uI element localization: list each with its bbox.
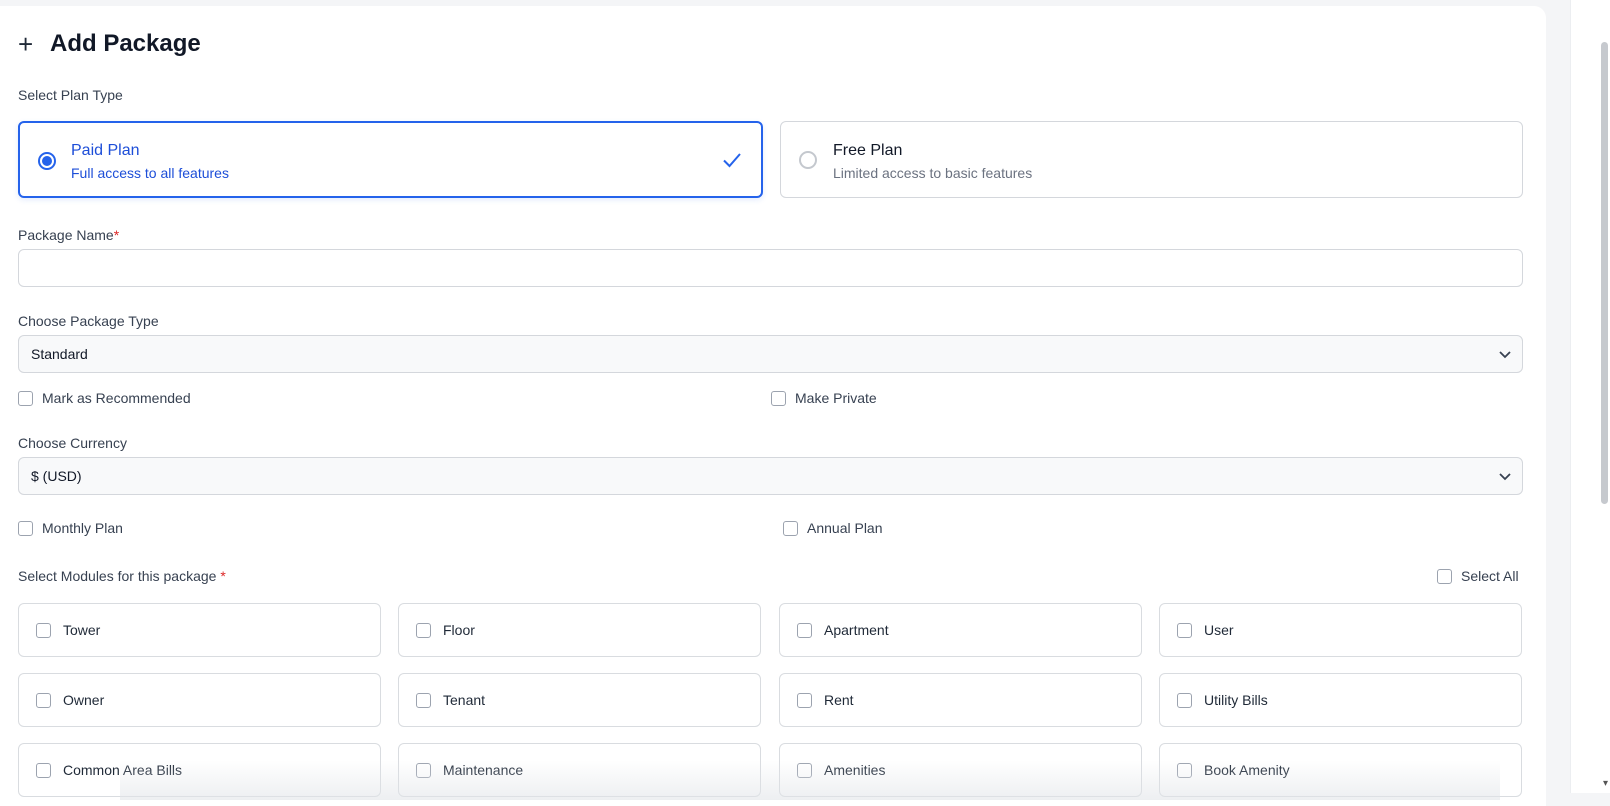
checkmark-icon bbox=[723, 153, 741, 168]
module-label: Book Amenity bbox=[1204, 762, 1290, 778]
free-plan-radio[interactable] bbox=[799, 151, 817, 169]
page-title: Add Package bbox=[50, 30, 201, 57]
private-label: Make Private bbox=[795, 390, 877, 406]
page-header: + Add Package bbox=[18, 30, 201, 58]
package-name-label: Package Name* bbox=[18, 227, 119, 243]
module-card-tenant[interactable]: Tenant bbox=[398, 673, 761, 727]
module-checkbox[interactable] bbox=[36, 763, 51, 778]
module-card-tower[interactable]: Tower bbox=[18, 603, 381, 657]
chevron-down-icon bbox=[1499, 473, 1511, 481]
modules-label-text: Select Modules for this package bbox=[18, 568, 217, 584]
free-plan-option[interactable]: Free Plan Limited access to basic featur… bbox=[780, 121, 1523, 198]
module-label: Apartment bbox=[824, 622, 889, 638]
package-type-select[interactable]: Standard bbox=[18, 335, 1523, 373]
module-card-common-area-bills[interactable]: Common Area Bills bbox=[18, 743, 381, 797]
currency-value: $ (USD) bbox=[31, 468, 82, 484]
module-card-book-amenity[interactable]: Book Amenity bbox=[1159, 743, 1522, 797]
module-label: User bbox=[1204, 622, 1234, 638]
free-plan-description: Limited access to basic features bbox=[833, 165, 1033, 181]
module-card-apartment[interactable]: Apartment bbox=[779, 603, 1142, 657]
module-checkbox[interactable] bbox=[416, 693, 431, 708]
chevron-down-icon bbox=[1499, 351, 1511, 359]
module-checkbox[interactable] bbox=[36, 623, 51, 638]
module-checkbox[interactable] bbox=[416, 763, 431, 778]
plus-icon: + bbox=[18, 29, 34, 59]
paid-plan-option[interactable]: Paid Plan Full access to all features bbox=[18, 121, 763, 198]
module-checkbox[interactable] bbox=[36, 693, 51, 708]
annual-plan-checkbox[interactable] bbox=[783, 521, 798, 536]
paid-plan-radio[interactable] bbox=[38, 152, 56, 170]
module-label: Amenities bbox=[824, 762, 886, 778]
module-label: Utility Bills bbox=[1204, 692, 1268, 708]
module-card-maintenance[interactable]: Maintenance bbox=[398, 743, 761, 797]
currency-select[interactable]: $ (USD) bbox=[18, 457, 1523, 495]
package-type-label: Choose Package Type bbox=[18, 313, 159, 329]
module-label: Rent bbox=[824, 692, 854, 708]
module-checkbox[interactable] bbox=[416, 623, 431, 638]
recommended-checkbox[interactable] bbox=[18, 391, 33, 406]
module-checkbox[interactable] bbox=[1177, 693, 1192, 708]
monthly-plan-label: Monthly Plan bbox=[42, 520, 123, 536]
private-checkbox[interactable] bbox=[771, 391, 786, 406]
module-label: Tower bbox=[63, 622, 101, 638]
package-name-field[interactable] bbox=[18, 249, 1523, 287]
annual-plan-label: Annual Plan bbox=[807, 520, 883, 536]
module-checkbox[interactable] bbox=[1177, 763, 1192, 778]
paid-plan-description: Full access to all features bbox=[71, 165, 229, 181]
package-name-label-text: Package Name bbox=[18, 227, 114, 243]
package-type-value: Standard bbox=[31, 346, 88, 362]
module-card-owner[interactable]: Owner bbox=[18, 673, 381, 727]
select-all-label: Select All bbox=[1461, 568, 1519, 584]
plan-type-label: Select Plan Type bbox=[18, 87, 123, 103]
required-mark: * bbox=[113, 227, 120, 243]
scroll-down-arrow-icon[interactable]: ▾ bbox=[1603, 778, 1608, 789]
paid-plan-name: Paid Plan bbox=[71, 142, 140, 159]
module-label: Owner bbox=[63, 692, 105, 708]
module-label: Floor bbox=[443, 622, 475, 638]
monthly-plan-checkbox[interactable] bbox=[18, 521, 33, 536]
page-scrollbar[interactable]: ▾ bbox=[1570, 0, 1610, 793]
module-checkbox[interactable] bbox=[797, 623, 812, 638]
module-card-rent[interactable]: Rent bbox=[779, 673, 1142, 727]
currency-label: Choose Currency bbox=[18, 435, 127, 451]
module-card-floor[interactable]: Floor bbox=[398, 603, 761, 657]
module-checkbox[interactable] bbox=[797, 763, 812, 778]
module-card-amenities[interactable]: Amenities bbox=[779, 743, 1142, 797]
module-card-user[interactable]: User bbox=[1159, 603, 1522, 657]
select-all-checkbox[interactable] bbox=[1437, 569, 1452, 584]
recommended-label: Mark as Recommended bbox=[42, 390, 191, 406]
module-label: Common Area Bills bbox=[63, 762, 183, 778]
module-checkbox[interactable] bbox=[1177, 623, 1192, 638]
module-card-utility-bills[interactable]: Utility Bills bbox=[1159, 673, 1522, 727]
module-label: Maintenance bbox=[443, 762, 524, 778]
module-checkbox[interactable] bbox=[797, 693, 812, 708]
scrollbar-thumb[interactable] bbox=[1601, 42, 1608, 504]
modules-label: Select Modules for this package * bbox=[18, 568, 226, 584]
free-plan-name: Free Plan bbox=[833, 142, 903, 159]
required-mark: * bbox=[220, 568, 226, 584]
module-label: Tenant bbox=[443, 692, 486, 708]
